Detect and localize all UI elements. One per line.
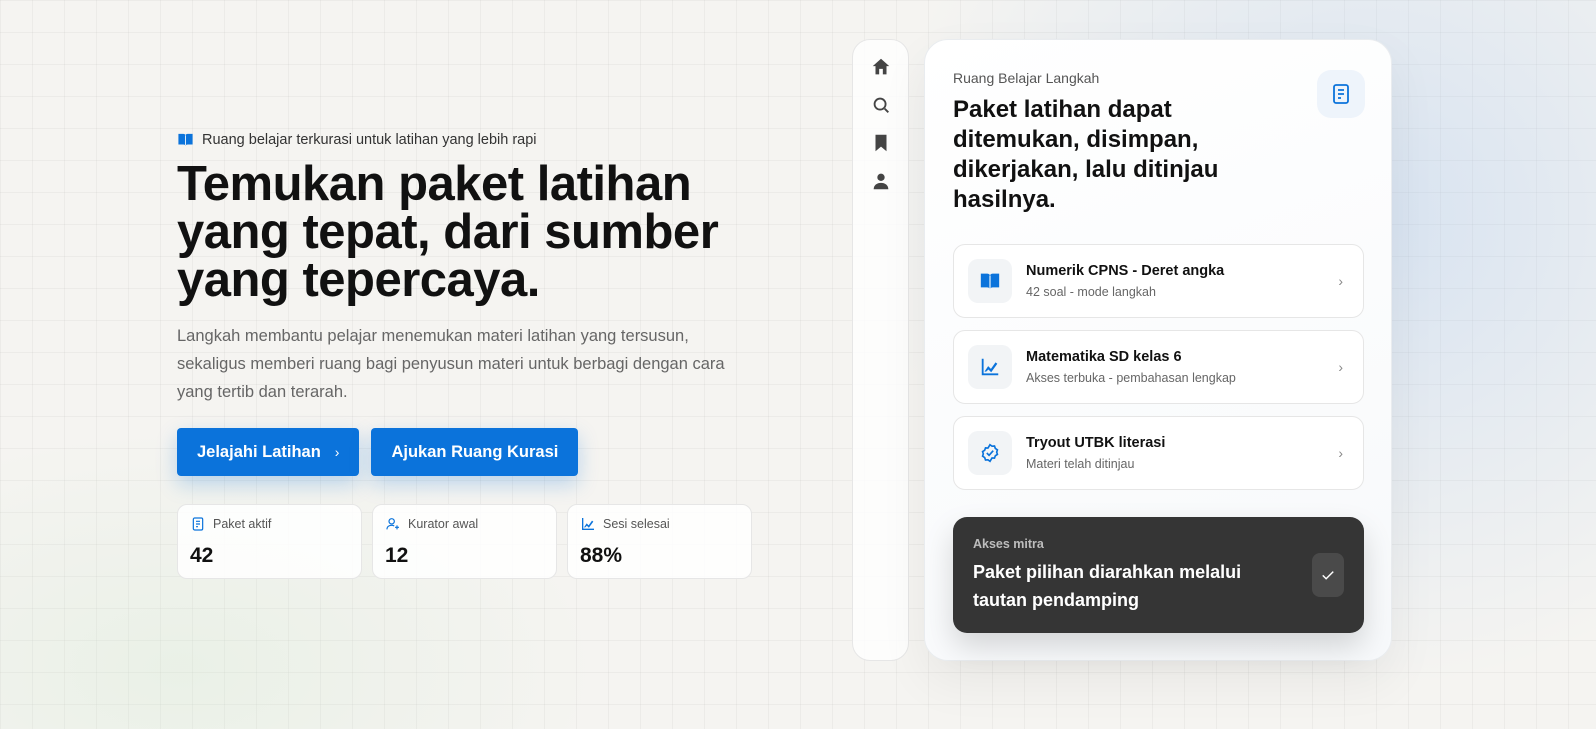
chevron-right-icon: › (334, 444, 340, 460)
item-title: Matematika SD kelas 6 (1026, 349, 1182, 365)
card-title: Paket latihan dapat ditemukan, disimpan,… (953, 96, 1219, 213)
hero-lead: Langkah membantu pelajar menemukan mater… (177, 327, 725, 401)
explore-practice-label: Jelajahi Latihan (197, 442, 321, 461)
check-circle-icon (981, 443, 999, 463)
search-icon[interactable] (870, 94, 892, 116)
user-plus-icon (386, 518, 399, 530)
partner-check-button[interactable] (1312, 553, 1344, 597)
list-item-tryout[interactable]: Tryout UTBK literasi Materi telah ditinj… (953, 416, 1364, 490)
receipt-icon (1333, 84, 1349, 104)
item-title: Tryout UTBK literasi (1026, 435, 1166, 451)
partner-kicker: Akses mitra (973, 537, 1044, 551)
item-icon-box (968, 431, 1012, 475)
item-subtitle: Materi telah ditinjau (1026, 457, 1135, 471)
item-subtitle: Akses terbuka - pembahasan lengkap (1026, 371, 1236, 385)
hero-eyebrow-text: Ruang belajar terkurasi untuk latihan ya… (202, 131, 537, 148)
chevron-right-icon: › (1338, 273, 1343, 289)
chevron-right-icon: › (1338, 359, 1343, 375)
submit-curation-label: Ajukan Ruang Kurasi (391, 442, 559, 461)
hero-headline: Temukan paket latihan yang tepat, dari s… (177, 157, 719, 307)
item-subtitle: 42 soal - mode langkah (1026, 285, 1156, 299)
chevron-right-icon: › (1338, 445, 1343, 461)
check-icon (1322, 571, 1334, 580)
list-item-matematika[interactable]: Matematika SD kelas 6 Akses terbuka - pe… (953, 330, 1364, 404)
hero-actions: Jelajahi Latihan › Ajukan Ruang Kurasi (177, 428, 757, 476)
chart-icon (981, 358, 999, 376)
card-kicker: Ruang Belajar Langkah (953, 70, 1100, 86)
stat-card-completed-sessions: Sesi selesai 88% (567, 504, 752, 579)
home-icon[interactable] (870, 56, 892, 78)
side-rail (852, 39, 909, 661)
partner-title: Paket pilihan diarahkan melalui tautan p… (973, 562, 1242, 610)
learning-card: Ruang Belajar Langkah Paket latihan dapa… (924, 39, 1392, 661)
stat-card-active-packages: Paket aktif 42 (177, 504, 362, 579)
stat-value: 88% (580, 544, 623, 567)
list-item-numerik[interactable]: Numerik CPNS - Deret angka 42 soal - mod… (953, 244, 1364, 318)
stat-label: Kurator awal (408, 517, 479, 531)
stat-label: Sesi selesai (603, 517, 670, 531)
book-icon (980, 273, 1000, 289)
item-icon-box (968, 259, 1012, 303)
receipt-icon (192, 517, 204, 531)
stat-label: Paket aktif (213, 517, 272, 531)
stat-value: 12 (385, 544, 409, 567)
book-icon (178, 133, 193, 146)
bookmark-icon[interactable] (870, 132, 892, 154)
item-title: Numerik CPNS - Deret angka (1026, 263, 1225, 279)
hero-eyebrow: Ruang belajar terkurasi untuk latihan ya… (177, 131, 757, 148)
stats-row: Paket aktif 42 Kurator awal 12 Sesi sele… (177, 504, 757, 579)
partner-access-panel: Akses mitra Paket pilihan diarahkan mela… (953, 517, 1364, 633)
stat-card-early-curators: Kurator awal 12 (372, 504, 557, 579)
explore-practice-button[interactable]: Jelajahi Latihan › (177, 428, 360, 476)
card-badge (1317, 70, 1365, 118)
chart-icon (582, 518, 594, 530)
user-icon[interactable] (870, 170, 892, 192)
submit-curation-button[interactable]: Ajukan Ruang Kurasi (371, 428, 579, 476)
hero-section: Ruang belajar terkurasi untuk latihan ya… (177, 131, 757, 579)
stat-value: 42 (190, 544, 214, 567)
item-icon-box (968, 345, 1012, 389)
